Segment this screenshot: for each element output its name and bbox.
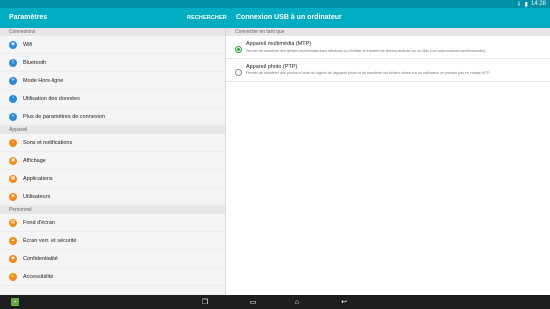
settings-item-label: Écran verr. et sécurité (23, 237, 77, 244)
data-usage-icon: ◔ (9, 94, 17, 103)
settings-item-lock-security[interactable]: ▲ Écran verr. et sécurité (0, 232, 225, 250)
sound-icon: ♪ (9, 138, 17, 147)
users-icon: ☻ (9, 192, 17, 201)
usb-connection-panel: Connecter en tant que Appareil multimédi… (226, 28, 550, 295)
option-description: Permet de transférer des photos à l'aide… (246, 71, 491, 76)
home-icon[interactable]: ⌂ (293, 298, 301, 306)
settings-item-wallpaper[interactable]: ▤ Fond d'écran (0, 214, 225, 232)
apps-icon: ▦ (9, 174, 17, 183)
wifi-icon: ◉ (9, 40, 17, 49)
settings-item-label: Affichage (23, 157, 46, 164)
settings-item-label: Bluetooth (23, 59, 47, 66)
section-header: Personnel (0, 206, 225, 214)
settings-item-display[interactable]: ▣ Affichage (0, 152, 225, 170)
navigation-bar: ▪ ❐ ▭ ⌂ ↩ (0, 295, 550, 309)
settings-item-sounds[interactable]: ♪ Sons et notifications (0, 134, 225, 152)
settings-item-airplane[interactable]: ✈ Mode Hors-ligne (0, 72, 225, 90)
settings-item-label: Accessibilité (23, 273, 54, 280)
status-bar: ⇩ ▮ 14:28 (0, 0, 550, 8)
option-mtp[interactable]: Appareil multimédia (MTP) Permet de tran… (226, 36, 550, 59)
option-ptp[interactable]: Appareil photo (PTP) Permet de transfére… (226, 59, 550, 82)
detail-title: Connexion USB à un ordinateur (236, 14, 342, 21)
back-icon[interactable]: ↩ (340, 298, 348, 306)
status-right: ⇩ ▮ 14:28 (517, 0, 546, 8)
settings-item-data-usage[interactable]: ◔ Utilisation des données (0, 90, 225, 108)
settings-item-bluetooth[interactable]: ᛒ Bluetooth (0, 54, 225, 72)
settings-item-apps[interactable]: ▦ Applications (0, 170, 225, 188)
settings-item-users[interactable]: ☻ Utilisateurs (0, 188, 225, 206)
option-title: Appareil multimédia (MTP) (246, 41, 312, 47)
battery-icon: ▮ (524, 1, 528, 8)
settings-item-label: Applications (23, 175, 53, 182)
wallpaper-icon: ▤ (9, 218, 17, 227)
search-button[interactable]: RECHERCHER (187, 15, 227, 21)
settings-title: Paramètres (9, 14, 48, 21)
section-header: Connexions (0, 28, 225, 36)
lock-icon: ▲ (9, 236, 17, 245)
settings-item-label: Confidentialité (23, 255, 58, 262)
privacy-icon: ◆ (9, 254, 17, 263)
clock: 14:28 (530, 1, 546, 7)
section-header: Appareil (0, 126, 225, 134)
more-connections-icon: ≡ (9, 112, 17, 121)
recents-icon[interactable]: ❐ (201, 298, 209, 306)
ptp-radio[interactable] (235, 68, 242, 76)
screenshot-icon[interactable]: ▭ (249, 298, 257, 306)
settings-item-label: Sons et notifications (23, 139, 73, 146)
settings-item-label: Mode Hors-ligne (23, 77, 64, 84)
settings-item-privacy[interactable]: ◆ Confidentialité (0, 250, 225, 268)
airplane-icon: ✈ (9, 76, 17, 85)
app-bar: Paramètres RECHERCHER Connexion USB à un… (0, 8, 550, 28)
settings-item-label: Utilisation des données (23, 95, 80, 102)
settings-item-label: Utilisateurs (23, 193, 51, 200)
option-description: Permet de transférer des fichiers multim… (246, 48, 487, 53)
settings-item-more-connections[interactable]: ≡ Plus de paramètres de connexion (0, 108, 225, 126)
bluetooth-icon: ᛒ (9, 58, 17, 67)
settings-item-label: Plus de paramètres de connexion (23, 113, 105, 120)
option-title: Appareil photo (PTP) (246, 63, 298, 70)
download-icon: ⇩ (516, 1, 522, 8)
connect-as-header: Connecter en tant que (226, 28, 550, 36)
settings-item-label: Wifi (23, 41, 33, 48)
accessibility-icon: ✋ (9, 272, 17, 281)
settings-item-label: Fond d'écran (23, 219, 55, 226)
settings-item-accessibility[interactable]: ✋ Accessibilité (0, 268, 225, 286)
mtp-radio[interactable] (235, 46, 242, 53)
display-icon: ▣ (9, 156, 17, 165)
gallery-icon[interactable]: ▪ (11, 298, 19, 306)
settings-list: Connexions ◉ Wifi ᛒ Bluetooth ✈ Mode Hors-l… (0, 28, 226, 295)
settings-item-wifi[interactable]: ◉ Wifi (0, 36, 225, 54)
